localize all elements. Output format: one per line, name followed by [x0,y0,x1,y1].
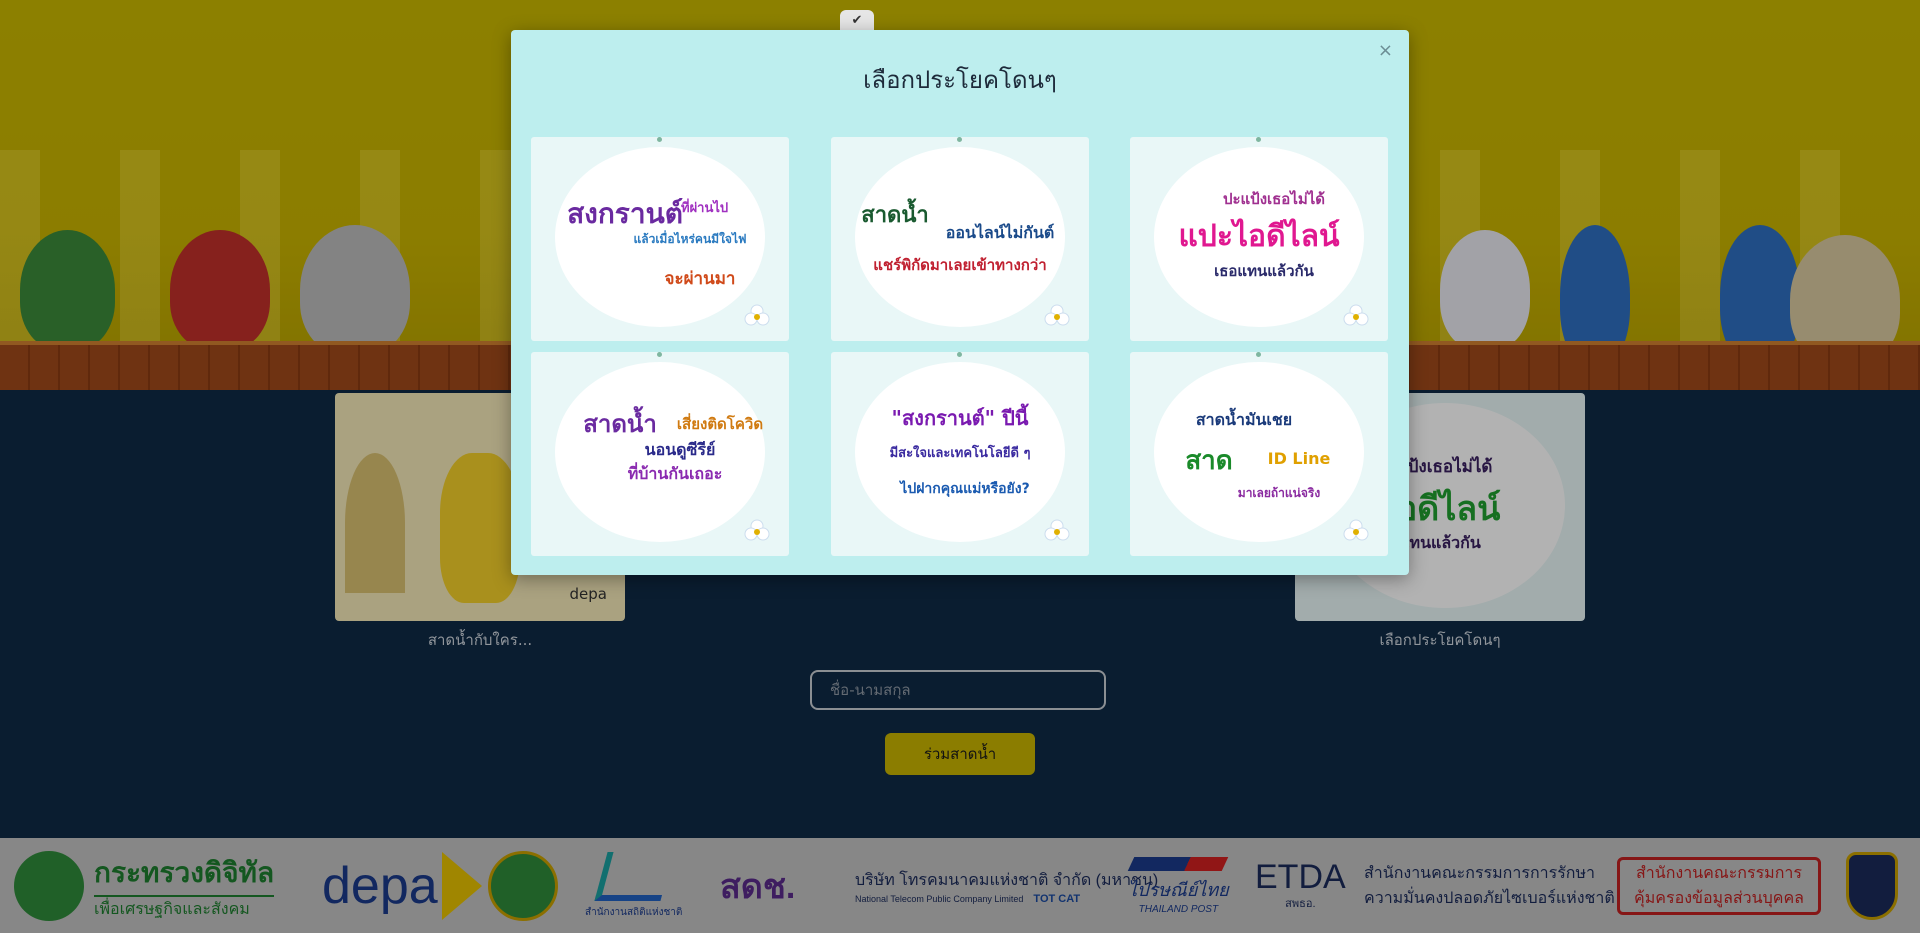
flower-icon [744,519,770,541]
option-line: ที่บ้านกันเถอะ [627,464,723,483]
phrase-option-1[interactable]: สงกรานต์ ที่ผ่านไป แล้วเมื่อไหร่คนมีใจไฟ… [531,137,789,341]
flower-icon [1044,304,1070,326]
option-line: เสี่ยงติดโควิด [676,415,764,433]
phrase-option-6[interactable]: สาดน้ำมันเชย สาด ID Line มาเลยถ้าแน่จริง [1130,352,1388,556]
phrase-option-3[interactable]: ปะแป้งเธอไม่ได้ แปะไอดีไลน์ เธอแทนแล้วกั… [1130,137,1388,341]
phrase-option-4[interactable]: สาดน้ำ เสี่ยงติดโควิด นอนดูซีรีย์ ที่บ้า… [531,352,789,556]
option-pin [657,137,662,142]
option-line: ปะแป้งเธอไม่ได้ [1222,190,1326,208]
option-line: เธอแทนแล้วกัน [1214,262,1314,280]
option-pin [1256,137,1261,142]
option-line: สาดน้ำมันเชย [1195,410,1293,429]
option-line: สาด [1185,446,1233,476]
option-line: มาเลยถ้าแน่จริง [1237,486,1321,500]
close-icon[interactable]: × [1378,40,1393,61]
option-line: ที่ผ่านไป [681,201,729,216]
option-line: ออนไลน์ไม่กันต์ [945,223,1055,242]
phrase-option-5[interactable]: "สงกรานต์" ปีนี้ มีสะใจและเทคโนโลยีดี ๆ … [831,352,1089,556]
option-line: แล้วเมื่อไหร่คนมีใจไฟ [633,232,747,246]
phrase-option-2[interactable]: สาดน้ำ ออนไลน์ไม่กันต์ แชร์พิกัดมาเลยเข้… [831,137,1089,341]
option-line: "สงกรานต์" ปีนี้ [891,406,1029,430]
flower-icon [1343,304,1369,326]
option-line: มีสะใจและเทคโนโลยีดี ๆ [889,446,1031,461]
option-pin [957,137,962,142]
flower-icon [744,304,770,326]
option-line: จะผ่านมา [664,269,736,289]
option-line: ไปฝากคุณแม่หรือยัง? [900,481,1030,497]
option-pin [1256,352,1261,357]
flower-icon [1343,519,1369,541]
modal-title: เลือกประโยคโดนๆ [863,66,1057,94]
phrase-picker-modal: เลือกประโยคโดนๆ × สงกรานต์ ที่ผ่านไป แล้… [511,30,1409,575]
option-line: แชร์พิกัดมาเลยเข้าทางกว่า [873,256,1047,274]
option-pin [957,352,962,357]
checkmark-icon: ✔ [840,10,874,32]
flower-icon [1044,519,1070,541]
option-pin [657,352,662,357]
option-line: นอนดูซีรีย์ [644,440,716,459]
option-line: ID Line [1267,449,1331,468]
option-line: แปะไอดีไลน์ [1178,219,1340,254]
